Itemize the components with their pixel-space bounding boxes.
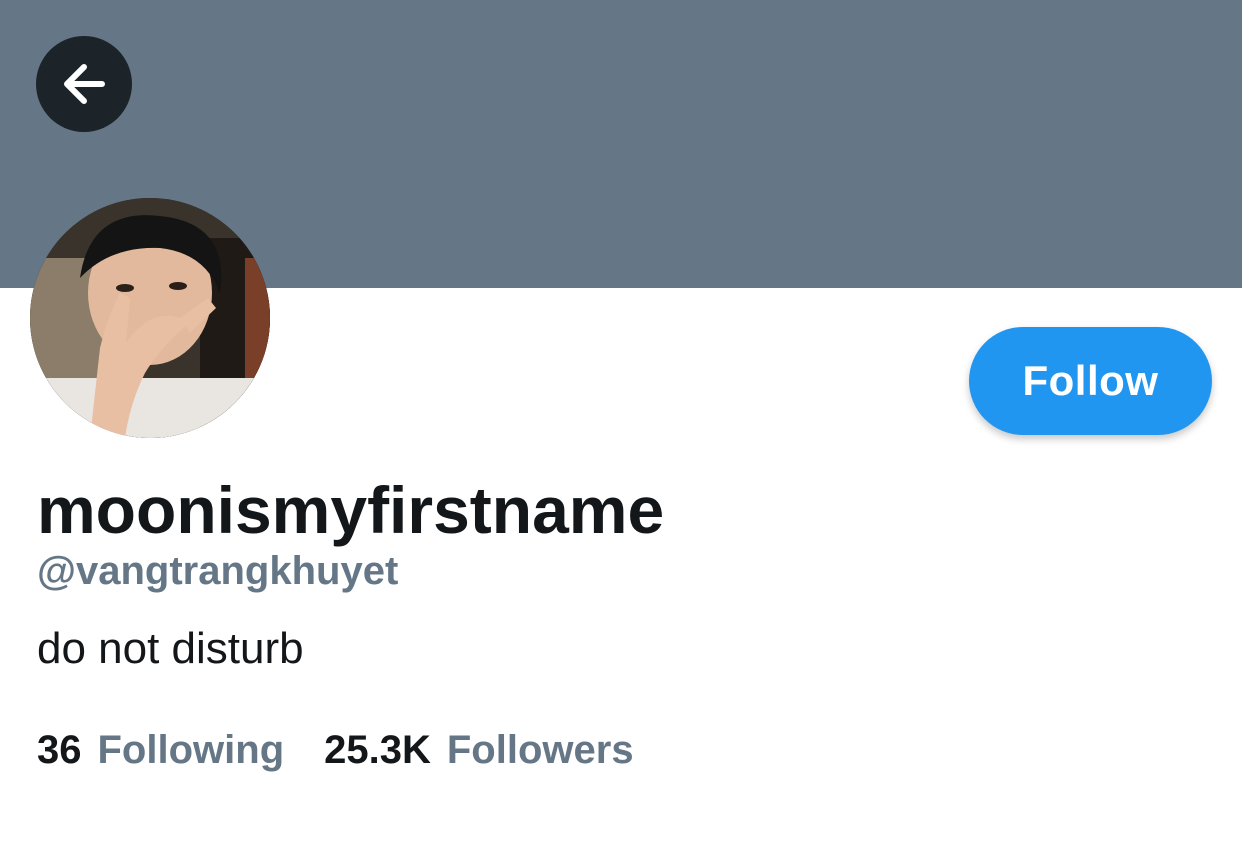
display-name: moonismyfirstname	[37, 473, 665, 547]
following-label: Following	[97, 728, 285, 772]
following-link[interactable]: 36 Following	[37, 724, 284, 776]
followers-link[interactable]: 25.3K Followers	[324, 724, 633, 776]
followers-count: 25.3K	[324, 728, 431, 772]
profile-page: Follow moonismyfirstname @vangtrangkhuye…	[0, 0, 1242, 845]
back-button[interactable]	[36, 36, 132, 132]
user-handle: @vangtrangkhuyet	[37, 549, 399, 593]
follow-button[interactable]: Follow	[969, 327, 1212, 435]
profile-bio: do not disturb	[37, 624, 304, 673]
profile-stats: 36 Following 25.3K Followers	[37, 724, 634, 776]
followers-label: Followers	[446, 728, 634, 772]
profile-photo	[30, 198, 270, 438]
following-count: 36	[37, 728, 82, 772]
arrow-left-icon	[64, 64, 105, 104]
avatar[interactable]	[30, 198, 270, 438]
